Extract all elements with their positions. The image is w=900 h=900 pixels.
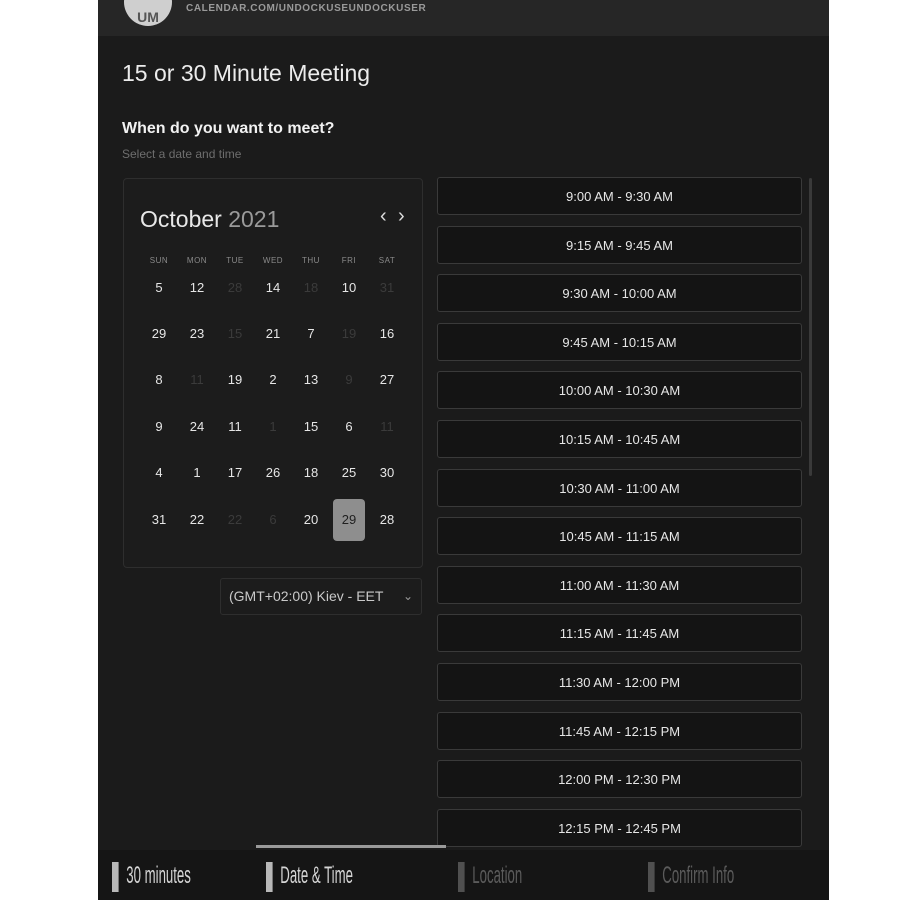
time-slot-button[interactable]: 12:15 PM - 12:45 PM — [437, 808, 802, 847]
calendar-day[interactable]: 23 — [181, 313, 213, 355]
time-slot-button[interactable]: 9:15 AM - 9:45 AM — [437, 225, 802, 264]
time-slot-button[interactable]: 11:45 AM - 12:15 PM — [437, 711, 802, 750]
time-slot-button[interactable]: 9:00 AM - 9:30 AM — [437, 177, 802, 215]
calendar-day[interactable]: 11 — [219, 406, 251, 448]
weekday-label: FRI — [341, 256, 357, 265]
timezone-select[interactable]: (GMT+02:00) Kiev - EET ⌄ — [220, 578, 422, 615]
time-slot-button[interactable]: 9:45 AM - 10:15 AM — [437, 322, 802, 361]
calendar-day[interactable]: 12 — [181, 267, 213, 309]
weekday-label: MON — [186, 256, 208, 265]
time-slot-button[interactable]: 10:00 AM - 10:30 AM — [437, 371, 802, 410]
step-icon — [648, 862, 655, 892]
calendar-day[interactable]: 6 — [333, 406, 365, 448]
calendar-day[interactable]: 2 — [257, 359, 289, 401]
calendar-day[interactable]: 31 — [143, 499, 175, 541]
weekday-label: THU — [302, 256, 320, 265]
calendar-day: 28 — [227, 280, 243, 295]
time-slot-button[interactable]: 10:15 AM - 10:45 AM — [437, 420, 802, 458]
avatar[interactable]: UM — [124, 0, 172, 26]
calendar-day[interactable]: 4 — [143, 452, 175, 494]
step-label: Date & Time — [280, 862, 353, 889]
calendar-day: 1 — [269, 419, 277, 434]
time-slot-button[interactable]: 11:30 AM - 12:00 PM — [437, 663, 802, 701]
calendar-day: 31 — [379, 280, 395, 295]
calendar-day[interactable]: 21 — [257, 313, 289, 355]
calendar-day[interactable]: 9 — [143, 406, 175, 448]
calendar-day: 11 — [190, 372, 204, 387]
calendar-day[interactable]: 30 — [371, 452, 403, 494]
calendar-day[interactable]: 24 — [181, 406, 213, 448]
calendar-day: 6 — [269, 512, 277, 527]
step-label: 30 minutes — [126, 862, 191, 889]
section-subheading: Select a date and time — [122, 147, 242, 161]
calendar-day[interactable]: 7 — [295, 313, 327, 355]
step-4[interactable]: Confirm Info — [648, 862, 734, 900]
calendar-day[interactable]: 14 — [257, 267, 289, 309]
calendar-day[interactable]: 22 — [181, 499, 213, 541]
calendar-day[interactable]: 5 — [143, 267, 175, 309]
profile-url[interactable]: CALENDAR.COM/UNDOCKUSEUNDOCKUSER — [186, 3, 426, 14]
calendar-day[interactable]: 25 — [333, 452, 365, 494]
step-1[interactable]: 30 minutes — [112, 862, 191, 900]
calendar-day[interactable]: 1 — [181, 452, 213, 494]
step-2[interactable]: Date & Time — [266, 862, 353, 900]
calendar-day: 19 — [341, 326, 357, 341]
calendar-card: October 2021 ‹ › SUN MON TUE WED THU FRI SAT 5 1… — [123, 178, 423, 568]
weekday-label: SAT — [378, 256, 396, 265]
year-label: 2021 — [228, 206, 280, 232]
step-label: Confirm Info — [662, 862, 735, 889]
profile-header: UM CALENDAR.COM/UNDOCKUSEUNDOCKUSER — [98, 0, 829, 36]
previous-month-button[interactable]: ‹ — [380, 205, 387, 228]
calendar-day[interactable]: 17 — [219, 452, 251, 494]
calendar-day[interactable]: 20 — [295, 499, 327, 541]
calendar-day[interactable]: 28 — [371, 499, 403, 541]
weekday-label: WED — [262, 256, 284, 265]
calendar-day[interactable]: 26 — [257, 452, 289, 494]
time-slot-button[interactable]: 12:00 PM - 12:30 PM — [437, 760, 802, 799]
calendar-day[interactable]: 13 — [295, 359, 327, 401]
next-month-button[interactable]: › — [398, 205, 405, 228]
time-slot-scrollbar[interactable] — [809, 178, 812, 476]
calendar-day: 15 — [227, 326, 243, 341]
calendar-day[interactable]: 18 — [295, 452, 327, 494]
calendar-day[interactable]: 29 — [143, 313, 175, 355]
chevron-down-icon: ⌄ — [402, 589, 413, 603]
section-heading: When do you want to meet? — [122, 120, 335, 137]
calendar-day: 18 — [303, 280, 319, 295]
time-slot-button[interactable]: 9:30 AM - 10:00 AM — [437, 274, 802, 313]
weekday-label: TUE — [226, 256, 244, 265]
calendar-day-selected[interactable]: 29 — [333, 499, 365, 541]
calendar-day: 11 — [380, 419, 394, 434]
calendar-day: 9 — [345, 372, 353, 387]
time-slot-button[interactable]: 11:00 AM - 11:30 AM — [437, 565, 802, 604]
time-slot-button[interactable]: 10:45 AM - 11:15 AM — [437, 517, 802, 556]
page-title: 15 or 30 Minute Meeting — [122, 60, 371, 86]
step-icon — [112, 862, 119, 892]
step-icon — [266, 862, 273, 892]
step-label: Location — [472, 862, 523, 889]
calendar-day[interactable]: 19 — [219, 359, 251, 401]
time-slot-button[interactable]: 11:15 AM - 11:45 AM — [437, 614, 802, 653]
booking-app: UM CALENDAR.COM/UNDOCKUSEUNDOCKUSER 15 o… — [98, 0, 829, 900]
weekday-label: SUN — [149, 256, 169, 265]
calendar-day[interactable]: 16 — [371, 313, 403, 355]
calendar-day[interactable]: 8 — [143, 359, 175, 401]
active-step-indicator — [256, 845, 446, 848]
timezone-value: (GMT+02:00) Kiev - EET — [229, 588, 384, 604]
time-slot-button[interactable]: 10:30 AM - 11:00 AM — [437, 468, 802, 507]
calendar-day: 22 — [227, 512, 243, 527]
step-3[interactable]: Location — [458, 862, 522, 900]
step-icon — [458, 862, 465, 892]
month-label: October — [140, 206, 222, 232]
calendar-day[interactable]: 10 — [333, 267, 365, 309]
calendar-day[interactable]: 27 — [371, 359, 403, 401]
calendar-day[interactable]: 15 — [295, 406, 327, 448]
month-year-label: October 2021 — [140, 206, 279, 233]
